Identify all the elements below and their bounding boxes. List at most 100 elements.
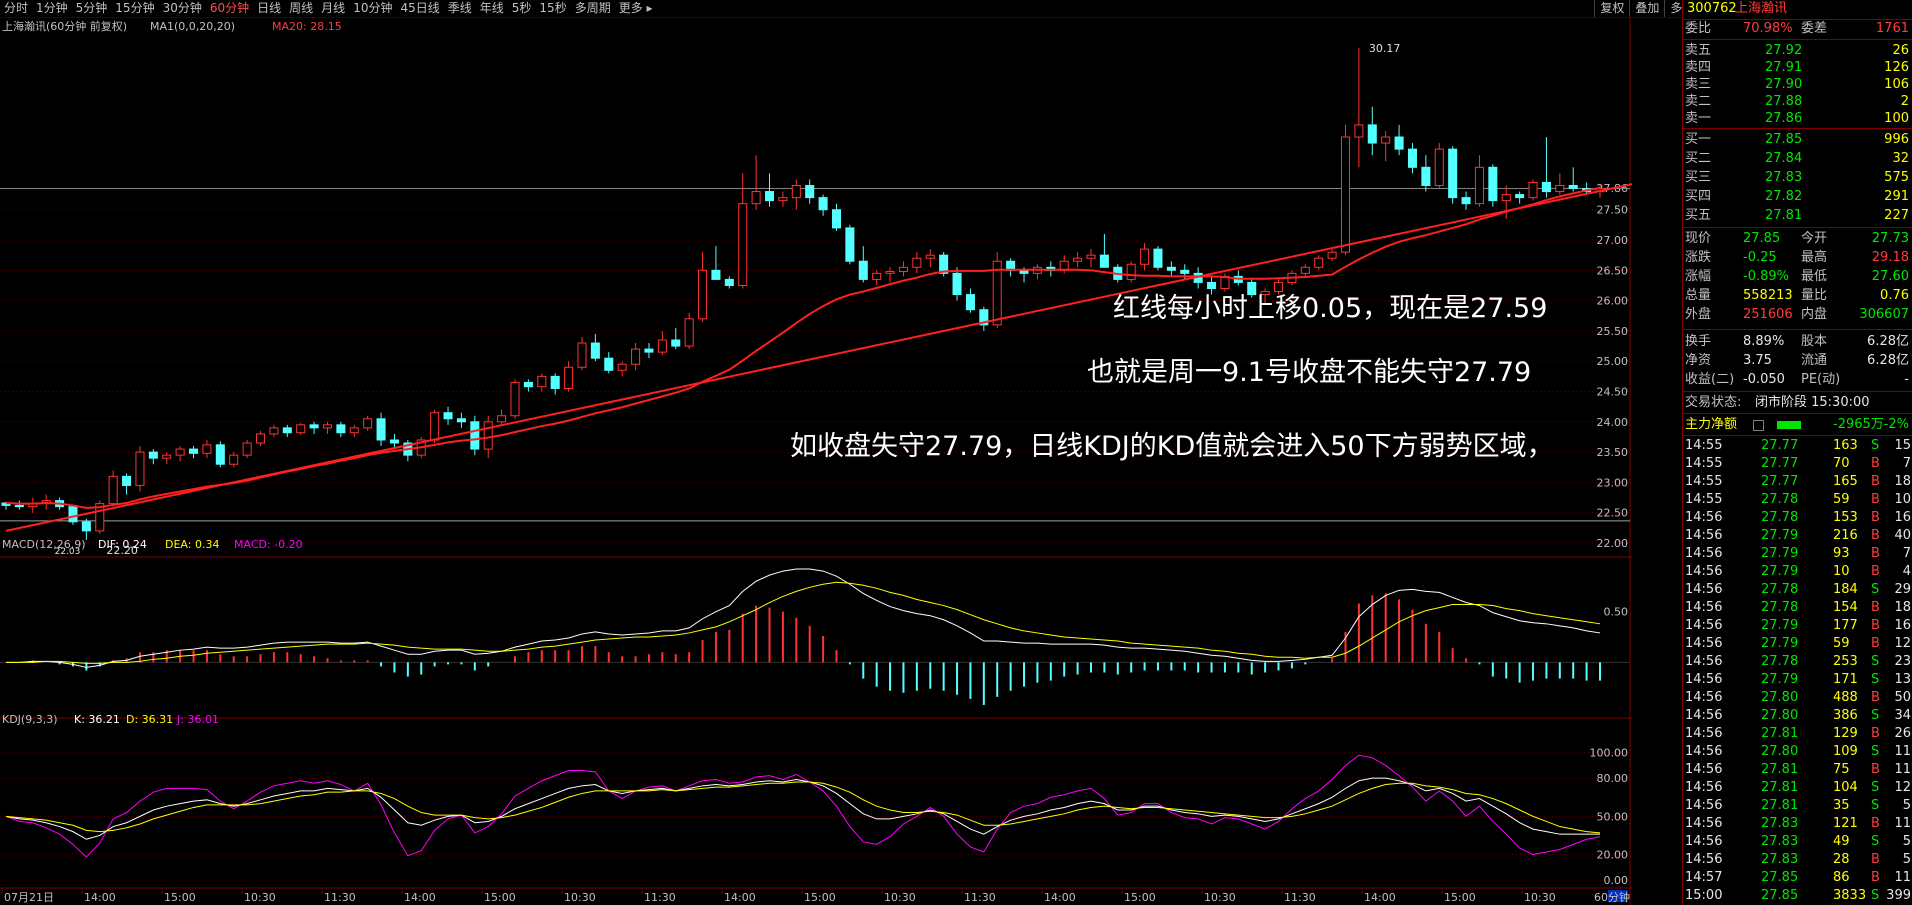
candle[interactable] <box>1099 233 1109 268</box>
candle[interactable] <box>845 224 855 265</box>
candle[interactable] <box>590 333 600 362</box>
candle[interactable] <box>925 249 935 268</box>
period-tab-7[interactable]: 周线 <box>285 0 317 17</box>
candle[interactable] <box>858 246 868 283</box>
candle[interactable] <box>952 267 962 301</box>
candle[interactable] <box>376 412 386 447</box>
candle[interactable] <box>1515 191 1525 204</box>
candle[interactable] <box>604 352 614 374</box>
candle[interactable] <box>1354 47 1364 168</box>
candle[interactable] <box>898 261 908 277</box>
candle[interactable] <box>148 449 158 465</box>
candle[interactable] <box>497 409 507 425</box>
candle[interactable] <box>28 497 38 513</box>
candle[interactable] <box>162 452 172 465</box>
candle[interactable] <box>175 446 185 462</box>
candle[interactable] <box>577 336 587 371</box>
candle[interactable] <box>1568 167 1578 192</box>
candle[interactable] <box>215 441 225 468</box>
period-tab-14[interactable]: 15秒 <box>535 0 570 17</box>
period-tab-10[interactable]: 45日线 <box>396 0 443 17</box>
period-tab-1[interactable]: 1分钟 <box>32 0 72 17</box>
period-tab-0[interactable]: 分时 <box>0 0 32 17</box>
period-tab-11[interactable]: 季线 <box>444 0 476 17</box>
candle[interactable] <box>778 191 788 207</box>
candle[interactable] <box>644 343 654 359</box>
candle[interactable] <box>269 424 279 437</box>
candle[interactable] <box>470 415 480 456</box>
candle[interactable] <box>1086 249 1096 268</box>
candle[interactable] <box>1381 130 1391 162</box>
candle[interactable] <box>309 421 319 434</box>
candle[interactable] <box>912 252 922 274</box>
candle[interactable] <box>684 312 694 350</box>
candle[interactable] <box>831 203 842 231</box>
candle[interactable] <box>1488 164 1498 207</box>
candle[interactable] <box>1300 264 1310 277</box>
period-tab-6[interactable]: 日线 <box>253 0 285 17</box>
candle[interactable] <box>617 361 627 377</box>
candle[interactable] <box>202 439 212 459</box>
candle[interactable] <box>992 252 1002 328</box>
candle[interactable] <box>1153 246 1163 271</box>
candle[interactable] <box>523 379 533 392</box>
candle[interactable] <box>1126 261 1136 283</box>
candle[interactable] <box>724 276 734 289</box>
candle[interactable] <box>456 412 466 428</box>
period-tab-9[interactable]: 10分钟 <box>349 0 396 17</box>
candle[interactable] <box>1140 243 1150 271</box>
period-tab-4[interactable]: 30分钟 <box>159 0 206 17</box>
candle[interactable] <box>698 252 708 322</box>
candle[interactable] <box>1367 106 1377 156</box>
candle[interactable] <box>1032 264 1042 280</box>
period-tab-3[interactable]: 15分钟 <box>111 0 158 17</box>
candle[interactable] <box>403 439 413 462</box>
candle[interactable] <box>189 446 199 459</box>
candle[interactable] <box>1006 258 1016 277</box>
candle[interactable] <box>510 379 520 419</box>
candle[interactable] <box>1555 173 1565 195</box>
candle[interactable] <box>296 423 306 436</box>
candle[interactable] <box>229 452 239 468</box>
candle[interactable] <box>657 330 667 356</box>
candle[interactable] <box>255 430 266 447</box>
candle[interactable] <box>1448 146 1458 204</box>
candle[interactable] <box>336 421 346 437</box>
candle[interactable] <box>1541 137 1551 198</box>
candle[interactable] <box>1474 155 1484 207</box>
period-tab-13[interactable]: 5秒 <box>508 0 536 17</box>
candle[interactable] <box>1528 179 1538 201</box>
candle[interactable] <box>1461 191 1471 210</box>
candle[interactable] <box>108 470 118 507</box>
period-tab-2[interactable]: 5分钟 <box>72 0 112 17</box>
net-flow-toggle-icon[interactable] <box>1753 420 1764 431</box>
candle[interactable] <box>764 173 775 207</box>
candle[interactable] <box>791 179 801 210</box>
candle[interactable] <box>805 179 815 204</box>
candle[interactable] <box>564 361 574 392</box>
period-tab-15[interactable]: 多周期 <box>571 0 615 17</box>
candle[interactable] <box>711 246 721 280</box>
candle[interactable] <box>443 406 453 425</box>
period-tab-5[interactable]: 60分钟 <box>206 0 253 17</box>
candle[interactable] <box>322 421 332 434</box>
candle[interactable] <box>1407 143 1417 174</box>
candle[interactable] <box>122 473 132 495</box>
candle[interactable] <box>81 518 91 540</box>
candle[interactable] <box>751 155 761 210</box>
candle[interactable] <box>965 288 975 313</box>
candle[interactable] <box>282 424 292 437</box>
candle[interactable] <box>1394 124 1404 156</box>
candle[interactable] <box>95 500 105 534</box>
candle[interactable] <box>1340 124 1351 256</box>
candle[interactable] <box>1421 155 1431 192</box>
candle[interactable] <box>363 415 373 431</box>
candle[interactable] <box>1501 185 1511 219</box>
candle[interactable] <box>1327 249 1337 262</box>
period-tab-12[interactable]: 年线 <box>476 0 508 17</box>
candle[interactable] <box>631 343 641 371</box>
candle[interactable] <box>738 173 748 289</box>
period-tab-16[interactable]: 更多 ▸ <box>615 0 657 17</box>
candle[interactable] <box>242 439 252 459</box>
candle[interactable] <box>979 306 989 331</box>
